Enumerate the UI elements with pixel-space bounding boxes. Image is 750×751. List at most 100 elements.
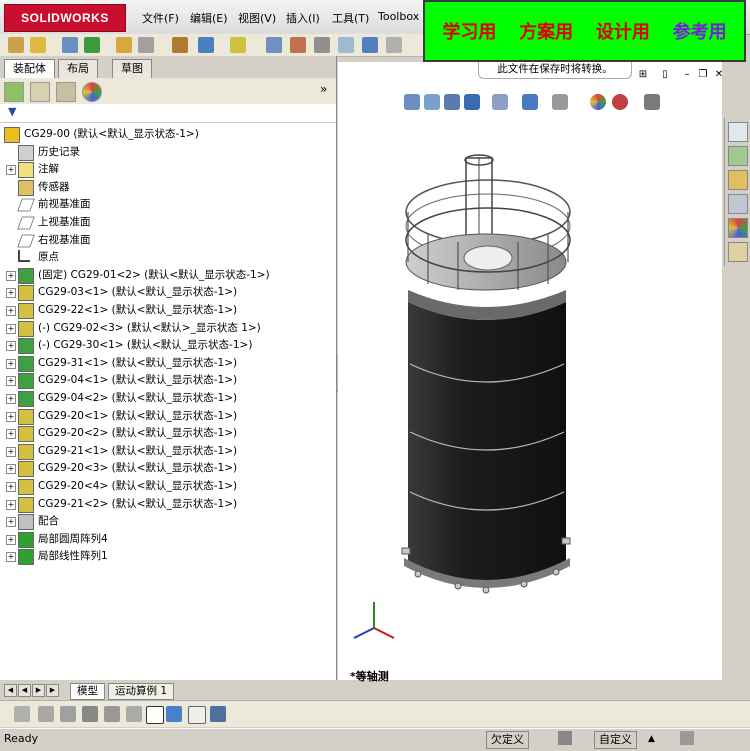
tree-row[interactable]: + 局部圆周阵列4 — [0, 531, 336, 548]
tree-row[interactable]: + 注解 — [0, 161, 336, 179]
file-explorer-icon[interactable] — [728, 170, 748, 190]
expand-toggle-icon[interactable]: + — [6, 358, 16, 369]
expand-toggle-icon[interactable]: + — [6, 499, 16, 510]
motion-icon-3[interactable] — [60, 706, 76, 722]
tree-row[interactable]: + 局部线性阵列1 — [0, 548, 336, 566]
expand-toggle-icon[interactable]: + — [6, 446, 16, 457]
expand-toggle-icon[interactable]: + — [6, 376, 16, 387]
table-icon[interactable] — [126, 706, 142, 722]
close-window-icon[interactable]: ✕ — [712, 68, 726, 82]
view-settings-icon[interactable] — [644, 94, 660, 110]
filter-icon[interactable]: ▼ — [8, 105, 16, 118]
edit-appearance-icon[interactable] — [590, 94, 606, 110]
menu-view[interactable]: 视图(V) — [238, 10, 276, 26]
tree-row[interactable]: + 配合 — [0, 513, 336, 531]
units-dropdown-icon[interactable]: ▲ — [648, 731, 655, 747]
menu-insert[interactable]: 插入(I) — [286, 10, 320, 26]
tree-row[interactable]: 前视基准面 — [0, 196, 336, 213]
expand-arrow-icon[interactable]: » — [320, 82, 327, 96]
tree-row[interactable]: + (固定) CG29-01<2> (默认<默认_显示状态-1>) — [0, 267, 336, 284]
display-manager-icon[interactable] — [82, 82, 102, 102]
tree-row[interactable]: + CG29-04<1> (默认<默认_显示状态-1>) — [0, 372, 336, 390]
tree-row[interactable]: + CG29-03<1> (默认<默认_显示状态-1>) — [0, 284, 336, 302]
explode-icon[interactable] — [230, 37, 246, 53]
design-library-icon[interactable] — [728, 146, 748, 166]
tree-row[interactable]: + CG29-20<1> (默认<默认_显示状态-1>) — [0, 408, 336, 425]
open-icon[interactable] — [30, 37, 46, 53]
measure-icon[interactable] — [314, 37, 330, 53]
configuration-manager-icon[interactable] — [56, 82, 76, 102]
menu-edit[interactable]: 编辑(E) — [190, 10, 228, 26]
tab-model[interactable]: 模型 — [70, 683, 105, 700]
smart-fasteners-icon[interactable] — [198, 37, 214, 53]
expand-toggle-icon[interactable]: + — [6, 394, 16, 404]
tree-row[interactable]: 历史记录 — [0, 144, 336, 161]
graphics-area[interactable] — [338, 62, 722, 680]
appearances-icon[interactable] — [728, 218, 748, 238]
part-view-icon[interactable] — [166, 706, 182, 722]
expand-toggle-icon[interactable]: + — [6, 270, 16, 281]
apply-scene-icon[interactable] — [612, 94, 628, 110]
tab-assembly[interactable]: 装配体 — [4, 59, 55, 79]
display-style-icon[interactable] — [522, 94, 538, 110]
tree-row[interactable]: + CG29-20<3> (默认<默认_显示状态-1>) — [0, 460, 336, 478]
tree-row[interactable]: + (-) CG29-30<1> (默认<默认_显示状态-1>) — [0, 337, 336, 355]
list-icon[interactable] — [82, 706, 98, 722]
tree-row[interactable]: 传感器 — [0, 179, 336, 196]
prev-tab-nav-icon[interactable]: ◀ — [18, 684, 31, 697]
tree-row[interactable]: + CG29-21<2> (默认<默认_显示状态-1>) — [0, 496, 336, 513]
tab-motion-study[interactable]: 运动算例 1 — [108, 683, 175, 700]
tab-sketch[interactable]: 草图 — [112, 59, 152, 78]
tree-row[interactable]: 上视基准面 — [0, 214, 336, 231]
tree-row[interactable]: + CG29-31<1> (默认<默认_显示状态-1>) — [0, 355, 336, 372]
expand-toggle-icon[interactable]: + — [6, 464, 16, 475]
solidworks-logo[interactable]: SOLIDWORKS — [4, 4, 126, 32]
edit-component-icon[interactable] — [62, 37, 78, 53]
section-view-icon[interactable] — [290, 37, 306, 53]
tree-row[interactable]: + CG29-04<2> (默认<默认_显示状态-1>) — [0, 390, 336, 407]
tree-row[interactable]: + CG29-20<4> (默认<默认_显示状态-1>) — [0, 478, 336, 495]
first-tab-nav-icon[interactable]: ◀ — [4, 684, 17, 697]
resources-icon[interactable] — [728, 122, 748, 142]
toolbox-tool-icon[interactable] — [362, 37, 378, 53]
expand-toggle-icon[interactable]: + — [6, 534, 16, 545]
previous-view-icon[interactable] — [444, 94, 460, 110]
menu-file[interactable]: 文件(F) — [142, 10, 179, 26]
zoom-fit-icon[interactable] — [404, 94, 420, 110]
help-icon[interactable] — [680, 731, 694, 745]
restore-window-icon[interactable]: ❐ — [696, 68, 710, 82]
zoom-area-icon[interactable] — [424, 94, 440, 110]
move-component-icon[interactable] — [172, 37, 188, 53]
feature-manager-icon[interactable] — [4, 82, 24, 102]
expand-toggle-icon[interactable]: + — [6, 323, 16, 334]
tree-row[interactable]: + CG29-20<2> (默认<默认_显示状态-1>) — [0, 425, 336, 443]
expand-toggle-icon[interactable]: + — [6, 341, 16, 352]
expand-toggle-icon[interactable]: + — [6, 411, 16, 422]
hide-show-items-icon[interactable] — [552, 94, 568, 110]
expand-toggle-icon[interactable]: + — [6, 288, 16, 299]
options-icon[interactable] — [386, 37, 402, 53]
expand-toggle-icon[interactable]: + — [6, 517, 16, 528]
tree-row[interactable]: + (-) CG29-02<3> (默认<默认>_显示状态 1>) — [0, 320, 336, 337]
property-manager-icon[interactable] — [30, 82, 50, 102]
layout-icon[interactable] — [188, 706, 206, 724]
new-icon[interactable] — [8, 37, 24, 53]
expand-toggle-icon[interactable]: + — [6, 306, 16, 316]
interference-icon[interactable] — [266, 37, 282, 53]
tree-row[interactable]: 原点 — [0, 249, 336, 266]
tree-row[interactable]: + CG29-22<1> (默认<默认_显示状态-1>) — [0, 302, 336, 319]
mate-icon[interactable] — [116, 37, 132, 53]
tree-row[interactable]: 右视基准面 — [0, 232, 336, 249]
custom-properties-icon[interactable] — [728, 242, 748, 262]
expand-toggle-icon[interactable]: + — [6, 552, 16, 563]
expand-toggle-icon[interactable]: + — [6, 482, 16, 492]
motion-icon-2[interactable] — [38, 706, 54, 722]
sketch-icon[interactable] — [146, 706, 164, 724]
grid-icon[interactable] — [104, 706, 120, 722]
expand-toggle-icon[interactable]: + — [6, 429, 16, 440]
menu-tools[interactable]: 工具(T) — [332, 10, 369, 26]
next-tab-nav-icon[interactable]: ▶ — [32, 684, 45, 697]
last-tab-nav-icon[interactable]: ▶ — [46, 684, 59, 697]
view-palette-icon[interactable] — [728, 194, 748, 214]
section-view-icon[interactable] — [464, 94, 480, 110]
